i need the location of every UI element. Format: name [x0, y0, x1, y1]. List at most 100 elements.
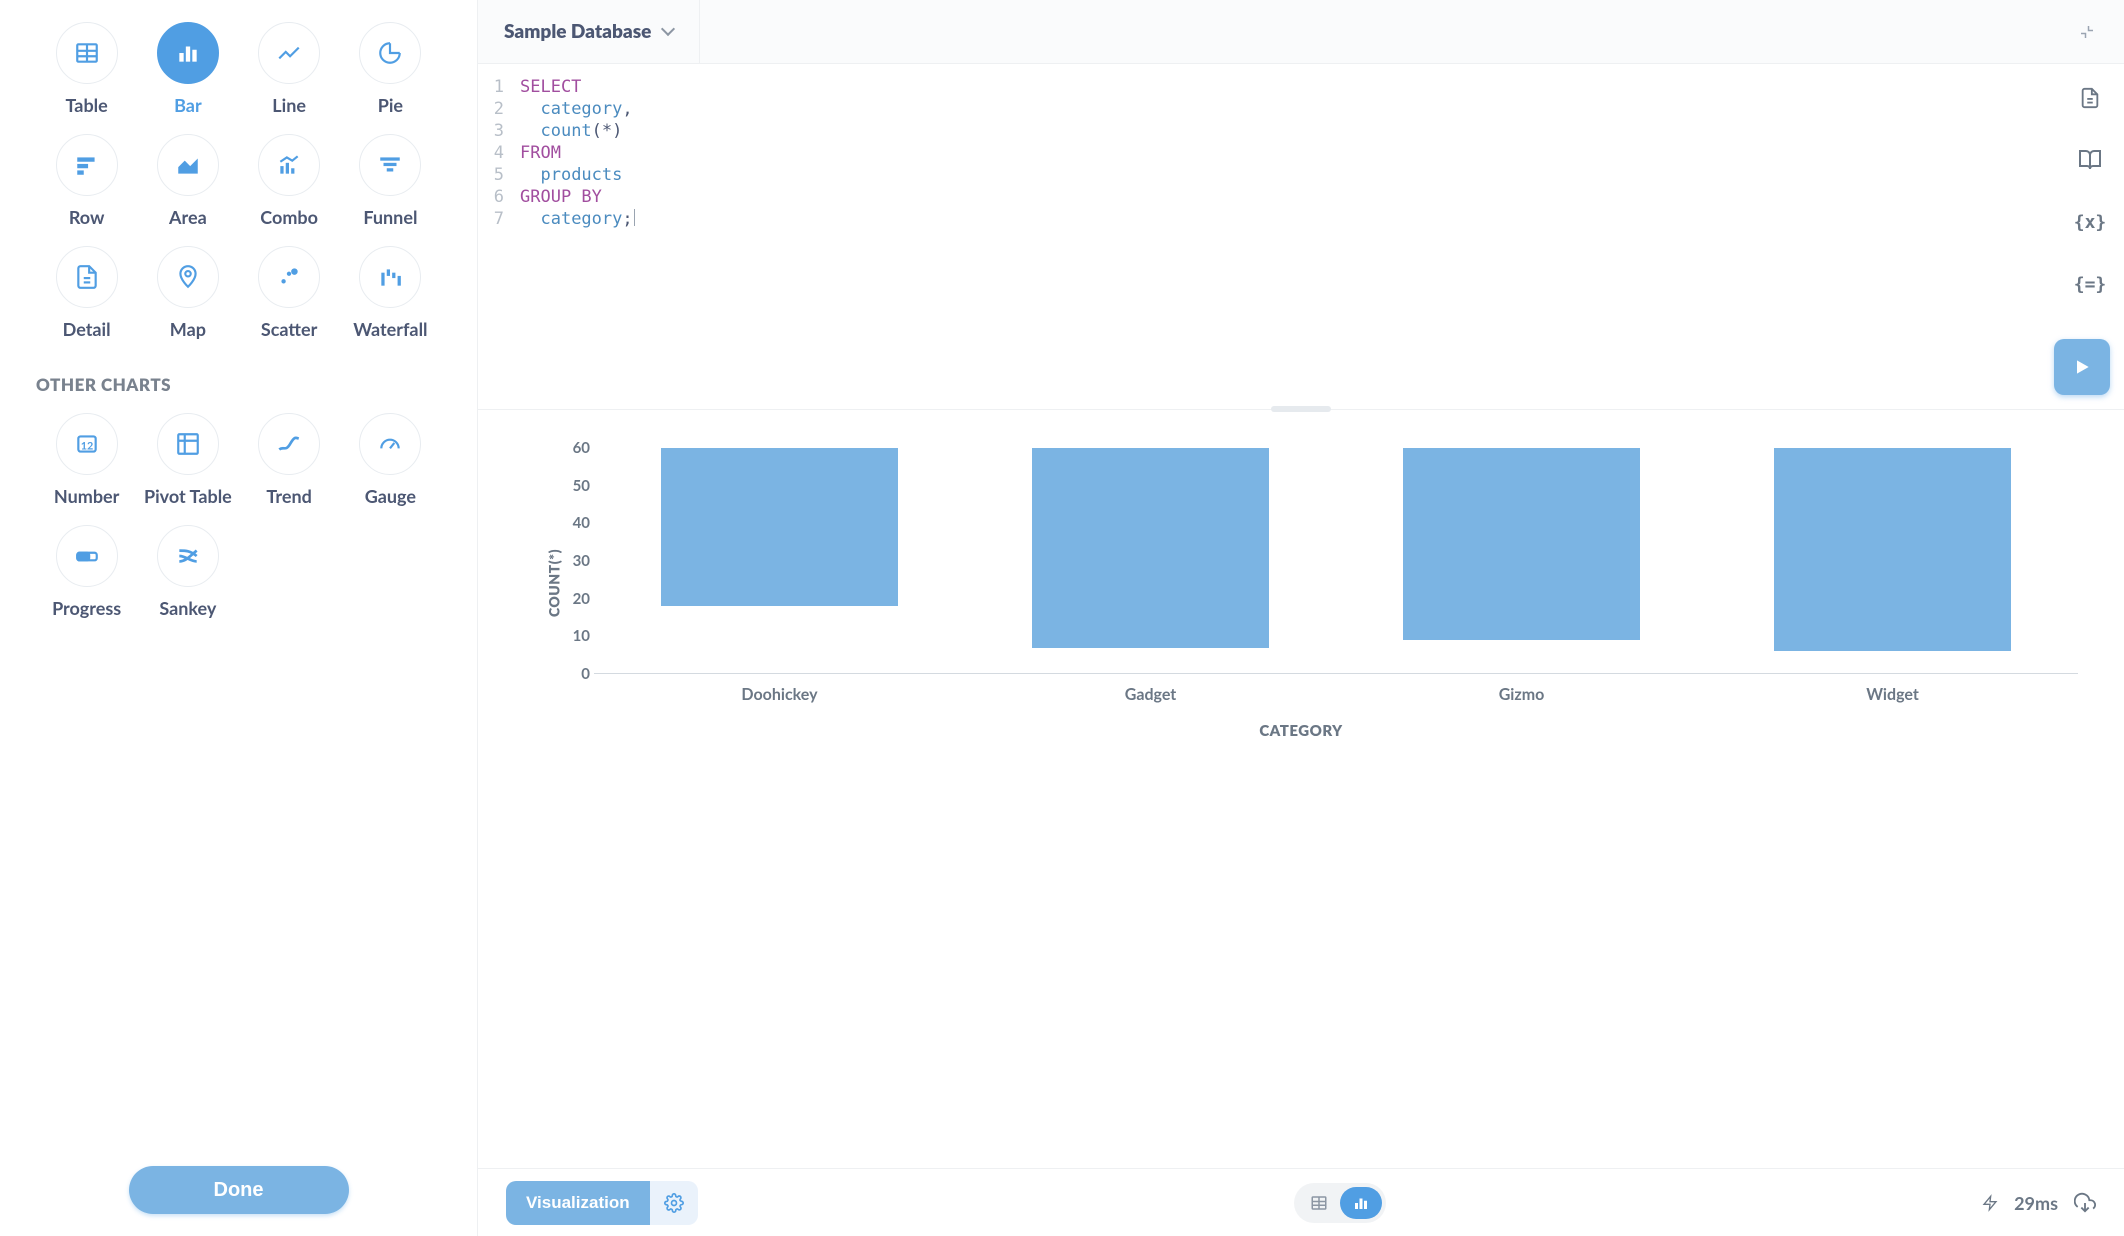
table-icon: [56, 22, 118, 84]
viz-type-label: Area: [169, 206, 207, 228]
download-icon[interactable]: [2074, 1192, 2096, 1214]
number-icon: 12: [56, 413, 118, 475]
visualization-button[interactable]: Visualization: [506, 1181, 650, 1225]
viz-grid-other: 12 Number Pivot Table Trend Gauge Progress San…: [36, 413, 441, 619]
y-tick: 10: [554, 627, 590, 645]
footer-right: 29ms: [1982, 1192, 2096, 1214]
trend-icon: [258, 413, 320, 475]
viz-type-scatter[interactable]: Scatter: [239, 246, 340, 340]
viz-type-label: Detail: [63, 318, 111, 340]
viz-type-combo[interactable]: Combo: [239, 134, 340, 228]
visualization-button-group: Visualization: [506, 1181, 698, 1225]
y-tick: 40: [554, 514, 590, 532]
variables-icon[interactable]: {x}: [2076, 208, 2104, 236]
view-toggle-chart[interactable]: [1340, 1187, 1382, 1219]
bar-slot: [594, 448, 965, 674]
sankey-icon: [157, 525, 219, 587]
sql-editor[interactable]: 1 2 3 4 5 6 7 SELECT category, count(*) …: [478, 64, 2124, 410]
scatter-icon: [258, 246, 320, 308]
bar-slot: [1336, 448, 1707, 674]
viz-type-bar[interactable]: Bar: [137, 22, 238, 116]
viz-type-row[interactable]: Row: [36, 134, 137, 228]
y-tick: 0: [554, 665, 590, 683]
svg-text:12: 12: [80, 439, 93, 452]
progress-icon: [56, 525, 118, 587]
section-other-charts: OTHER CHARTS: [36, 374, 441, 395]
viz-type-label: Progress: [52, 597, 121, 619]
viz-type-detail[interactable]: Detail: [36, 246, 137, 340]
viz-type-waterfall[interactable]: Waterfall: [340, 246, 441, 340]
bar[interactable]: [1032, 448, 1269, 648]
visualization-settings-button[interactable]: [650, 1181, 698, 1225]
bar-icon: [157, 22, 219, 84]
viz-type-label: Scatter: [261, 318, 317, 340]
editor-sidebar-tools: {x} {=}: [2076, 84, 2104, 298]
viz-type-label: Number: [54, 485, 119, 507]
x-tick-label: Doohickey: [594, 685, 965, 704]
y-axis-ticks: 0102030405060: [554, 448, 590, 674]
x-tick-label: Gizmo: [1336, 685, 1707, 704]
bar-slot: [965, 448, 1336, 674]
y-tick: 20: [554, 590, 590, 608]
database-selector[interactable]: Sample Database: [478, 0, 700, 63]
viz-type-map[interactable]: Map: [137, 246, 238, 340]
y-tick: 50: [554, 477, 590, 495]
viz-type-progress[interactable]: Progress: [36, 525, 137, 619]
viz-type-gauge[interactable]: Gauge: [340, 413, 441, 507]
bar[interactable]: [1403, 448, 1640, 640]
snippets-icon[interactable]: {=}: [2076, 270, 2104, 298]
viz-type-number[interactable]: 12 Number: [36, 413, 137, 507]
viz-type-area[interactable]: Area: [137, 134, 238, 228]
gauge-icon: [359, 413, 421, 475]
query-timing: 29ms: [2014, 1192, 2058, 1214]
viz-type-label: Line: [272, 94, 306, 116]
map-icon: [157, 246, 219, 308]
funnel-icon: [359, 134, 421, 196]
editor-gutter: 1 2 3 4 5 6 7: [478, 64, 512, 409]
bar-chart: COUNT(*) 0102030405060 DoohickeyGadgetGi…: [514, 448, 2088, 718]
y-tick: 30: [554, 552, 590, 570]
viz-type-label: Waterfall: [353, 318, 427, 340]
query-header: Sample Database: [478, 0, 2124, 64]
viz-type-label: Gauge: [365, 485, 416, 507]
combo-icon: [258, 134, 320, 196]
run-query-button[interactable]: [2054, 339, 2110, 395]
area-icon: [157, 134, 219, 196]
snippet-icon[interactable]: [2076, 84, 2104, 112]
viz-type-label: Bar: [174, 94, 202, 116]
viz-type-label: Table: [66, 94, 108, 116]
view-toggle: [1294, 1183, 1386, 1223]
done-button[interactable]: Done: [129, 1166, 349, 1214]
viz-type-label: Pivot Table: [144, 485, 232, 507]
detail-icon: [56, 246, 118, 308]
viz-type-sankey[interactable]: Sankey: [137, 525, 238, 619]
chevron-down-icon: [663, 22, 673, 41]
viz-type-table[interactable]: Table: [36, 22, 137, 116]
viz-type-line[interactable]: Line: [239, 22, 340, 116]
editor-code[interactable]: SELECT category, count(*) FROM products …: [512, 64, 2124, 409]
view-toggle-table[interactable]: [1298, 1187, 1340, 1219]
viz-type-label: Combo: [260, 206, 318, 228]
viz-type-pie[interactable]: Pie: [340, 22, 441, 116]
viz-type-label: Funnel: [363, 206, 417, 228]
results-footer: Visualization 29ms: [478, 1168, 2124, 1236]
viz-type-trend[interactable]: Trend: [239, 413, 340, 507]
visualization-picker-panel: Table Bar Line Pie Row Area Combo Funnel Detail M…: [0, 0, 478, 1236]
data-reference-icon[interactable]: [2076, 146, 2104, 174]
viz-type-label: Row: [69, 206, 105, 228]
viz-type-pivot[interactable]: Pivot Table: [137, 413, 238, 507]
pie-icon: [359, 22, 421, 84]
viz-type-label: Sankey: [159, 597, 216, 619]
bar[interactable]: [661, 448, 898, 606]
plot-area: [594, 448, 2078, 674]
waterfall-icon: [359, 246, 421, 308]
viz-type-funnel[interactable]: Funnel: [340, 134, 441, 228]
viz-type-label: Trend: [266, 485, 311, 507]
contract-icon[interactable]: [2050, 23, 2124, 41]
x-axis-label: CATEGORY: [514, 722, 2088, 740]
bar[interactable]: [1774, 448, 2011, 651]
viz-type-label: Pie: [378, 94, 403, 116]
database-name: Sample Database: [504, 20, 651, 43]
x-tick-label: Gadget: [965, 685, 1336, 704]
row-icon: [56, 134, 118, 196]
